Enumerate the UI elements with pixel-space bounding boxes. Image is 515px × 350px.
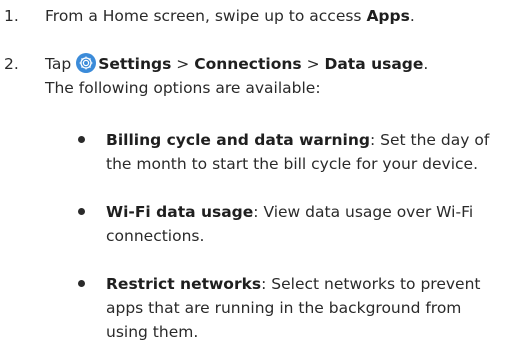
step-number: 1. [4,7,19,25]
step-text: Tap Settings > Connections > Data usage.… [45,52,505,100]
connections-label: Connections [194,55,302,73]
option-title: Restrict networks [106,275,262,293]
path-separator: > [171,55,195,73]
step-1-prefix: From a Home screen, swipe up to access [45,7,367,25]
settings-label: Settings [98,55,172,73]
path-separator: > [301,55,325,73]
step-2-period: . [423,55,429,73]
option-title: Billing cycle and data warning [106,131,370,149]
data-usage-label: Data usage [324,55,424,73]
bullet-dot [78,208,85,215]
bullet-dot [78,136,85,143]
step-1-period: . [409,7,415,25]
settings-gear-icon [76,53,97,73]
option-text: Restrict networks: Select networks to pr… [106,272,506,344]
instructions-document: 1. From a Home screen, swipe up to acces… [0,0,515,350]
tap-word: Tap [45,55,72,73]
step-text: From a Home screen, swipe up to access A… [45,4,505,28]
option-title: Wi-Fi data usage [106,203,254,221]
bullet-dot [78,280,85,287]
step-number: 2. [4,55,19,73]
option-text: Wi-Fi data usage: View data usage over W… [106,200,506,248]
options-intro: The following options are available: [45,79,321,97]
apps-label: Apps [366,7,410,25]
option-text: Billing cycle and data warning: Set the … [106,128,506,176]
